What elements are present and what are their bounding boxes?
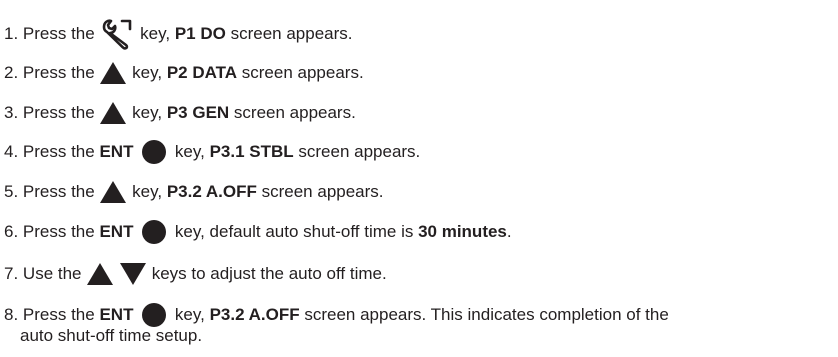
circle-icon: [142, 220, 167, 244]
step-text: Press the: [18, 103, 100, 122]
step-text: Press the: [18, 222, 100, 241]
step-number: 1.: [4, 24, 19, 43]
triangle-up-icon: [100, 62, 127, 84]
step-6: 6. Press the ENT key, default auto shut-…: [4, 220, 512, 244]
step-number: 5.: [4, 182, 19, 201]
step-number: 4.: [4, 142, 19, 161]
step-number: 6.: [4, 222, 19, 241]
screen-name: P1 DO: [174, 24, 226, 43]
instruction-list: 1. Press the key, P1 DO screen appears. …: [0, 0, 838, 357]
step-8-continuation: auto shut-off time setup.: [20, 326, 203, 345]
circle-icon: [142, 303, 167, 327]
step-text: screen appears.: [293, 142, 421, 161]
step-number: 3.: [4, 103, 19, 122]
triangle-up-icon: [87, 263, 114, 285]
step-text: key,: [127, 63, 167, 82]
screen-name: P3.2 A.OFF: [166, 182, 257, 201]
triangle-up-icon: [100, 181, 127, 203]
step-text: key,: [127, 103, 167, 122]
step-text: key,: [127, 182, 167, 201]
circle-icon: [142, 140, 167, 164]
step-3: 3. Press the key, P3 GEN screen appears.: [4, 101, 356, 125]
step-text: Use the: [18, 264, 87, 283]
step-text: keys to adjust the auto off time.: [146, 264, 387, 283]
step-7: 7. Use the keys to adjust the auto off t…: [4, 262, 387, 286]
step-2: 2. Press the key, P2 DATA screen appears…: [4, 61, 364, 85]
screen-name: P3.1 STBL: [209, 142, 294, 161]
step-text: key,: [170, 305, 210, 324]
step-text: .: [506, 222, 512, 241]
step-text: Press the: [18, 182, 100, 201]
key-label: ENT: [99, 142, 134, 161]
step-5: 5. Press the key, P3.2 A.OFF screen appe…: [4, 180, 384, 204]
step-text: screen appears.: [256, 182, 384, 201]
duration-value: 30 minutes: [418, 222, 507, 241]
screen-name: P2 DATA: [166, 63, 238, 82]
step-text: key, default auto shut-off time is: [170, 222, 419, 241]
key-label: ENT: [99, 222, 134, 241]
screen-name: P3 GEN: [166, 103, 230, 122]
step-text: Press the: [18, 24, 100, 43]
wrench-icon: [103, 19, 132, 50]
step-text: screen appears. This indicates completio…: [299, 305, 669, 324]
step-text: screen appears.: [237, 63, 364, 82]
step-number: 7.: [4, 264, 19, 283]
step-text: Press the: [18, 305, 100, 324]
step-text: Press the: [18, 63, 100, 82]
triangle-up-icon: [100, 102, 127, 124]
step-1: 1. Press the key, P1 DO screen appears.: [4, 18, 353, 50]
step-text: key,: [135, 24, 175, 43]
key-label: ENT: [99, 305, 134, 324]
step-text: Press the: [18, 142, 100, 161]
step-8: 8. Press the ENT key, P3.2 A.OFF screen …: [4, 303, 669, 327]
step-text: screen appears.: [229, 103, 356, 122]
triangle-down-icon: [119, 263, 146, 285]
step-text: screen appears.: [225, 24, 353, 43]
step-text: key,: [170, 142, 210, 161]
step-number: 2.: [4, 63, 19, 82]
screen-name: P3.2 A.OFF: [209, 305, 300, 324]
step-4: 4. Press the ENT key, P3.1 STBL screen a…: [4, 140, 420, 164]
step-number: 8.: [4, 305, 19, 324]
